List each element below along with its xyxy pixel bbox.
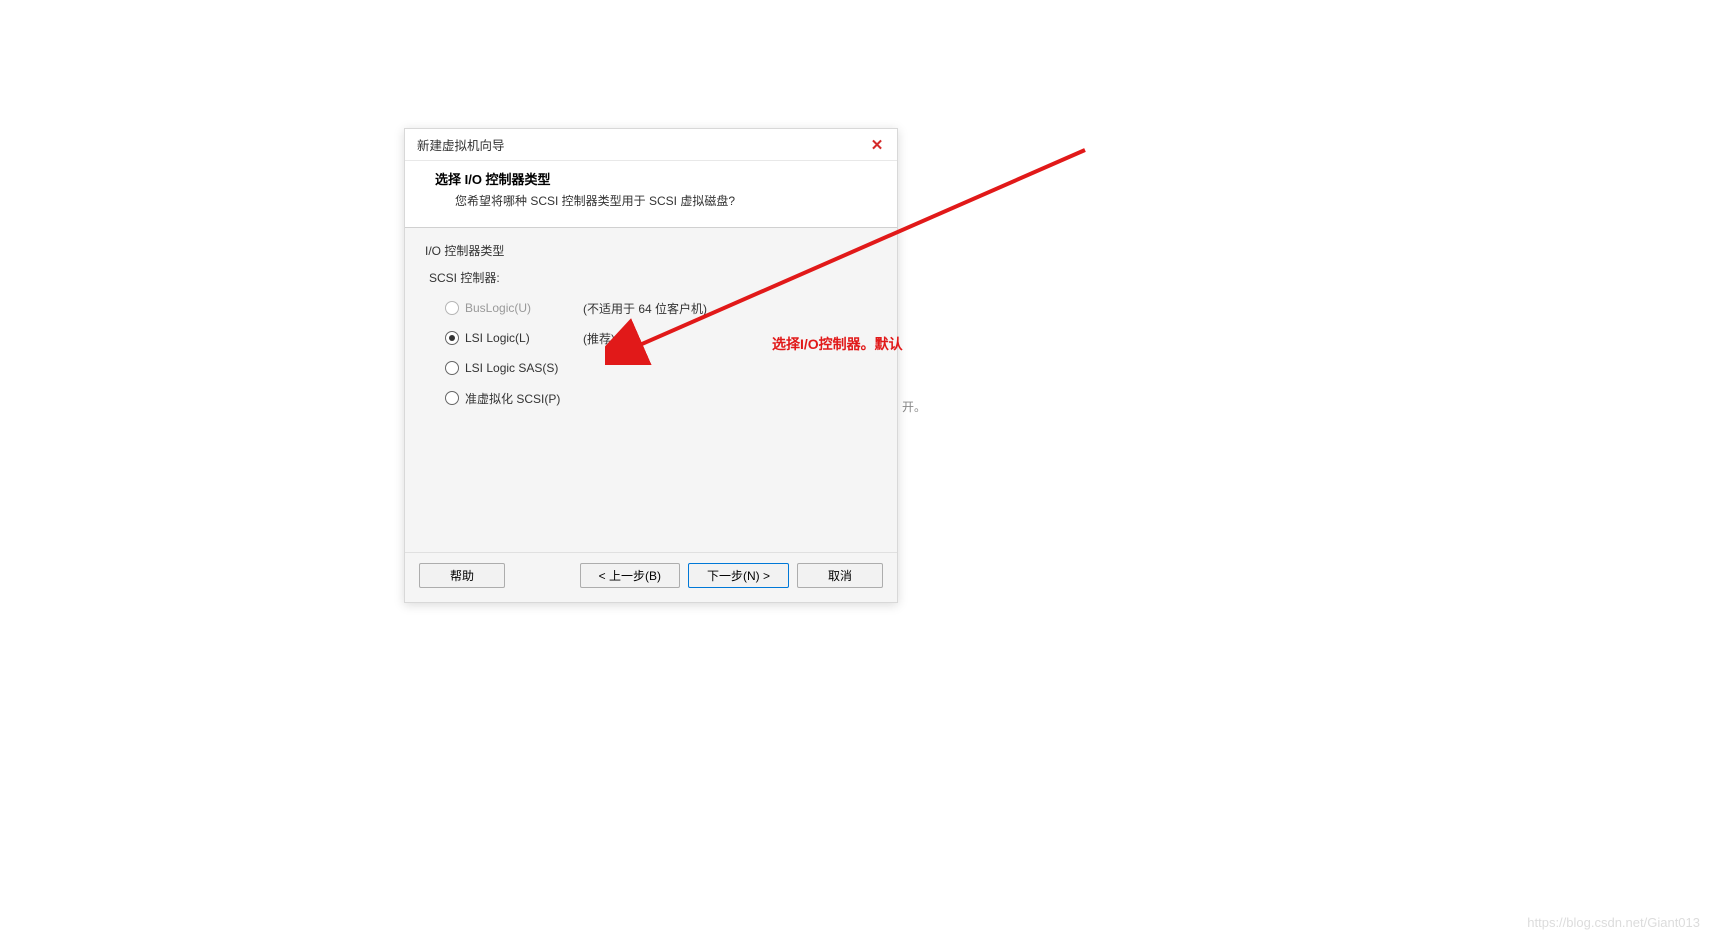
radio-icon	[445, 391, 459, 405]
watermark: https://blog.csdn.net/Giant013	[1527, 915, 1700, 930]
radio-option-buslogic: BusLogic(U) (不适用于 64 位客户机)	[445, 298, 877, 318]
radio-label: LSI Logic(L)	[465, 331, 575, 345]
radio-option-lsisas[interactable]: LSI Logic SAS(S)	[445, 358, 877, 378]
radio-label: 准虚拟化 SCSI(P)	[465, 390, 575, 407]
radio-note: (不适用于 64 位客户机)	[583, 300, 707, 317]
close-icon[interactable]: ✕	[867, 135, 887, 155]
dialog-header: 选择 I/O 控制器类型 您希望将哪种 SCSI 控制器类型用于 SCSI 虚拟…	[405, 161, 897, 228]
header-title: 选择 I/O 控制器类型	[435, 169, 881, 188]
radio-icon	[445, 301, 459, 315]
dialog-footer: 帮助 < 上一步(B) 下一步(N) > 取消	[405, 552, 897, 602]
help-button[interactable]: 帮助	[419, 563, 505, 588]
radio-label: BusLogic(U)	[465, 301, 575, 315]
radio-icon	[445, 361, 459, 375]
header-subtitle: 您希望将哪种 SCSI 控制器类型用于 SCSI 虚拟磁盘?	[455, 192, 881, 209]
radio-option-pvscsi[interactable]: 准虚拟化 SCSI(P)	[445, 388, 877, 408]
annotation-label: 选择I/O控制器。默认	[772, 334, 903, 354]
dialog-title: 新建虚拟机向导	[417, 135, 505, 154]
section-label: I/O 控制器类型	[425, 242, 877, 259]
cancel-button[interactable]: 取消	[797, 563, 883, 588]
sub-label: SCSI 控制器:	[429, 269, 877, 286]
radio-label: LSI Logic SAS(S)	[465, 361, 575, 375]
wizard-dialog: 新建虚拟机向导 ✕ 选择 I/O 控制器类型 您希望将哪种 SCSI 控制器类型…	[404, 128, 898, 603]
background-text-fragment: 开。	[902, 398, 926, 415]
back-button[interactable]: < 上一步(B)	[580, 563, 680, 588]
title-bar: 新建虚拟机向导 ✕	[405, 129, 897, 161]
dialog-content: I/O 控制器类型 SCSI 控制器: BusLogic(U) (不适用于 64…	[405, 228, 897, 552]
radio-note: (推荐)	[583, 330, 615, 347]
radio-icon	[445, 331, 459, 345]
next-button[interactable]: 下一步(N) >	[688, 563, 789, 588]
